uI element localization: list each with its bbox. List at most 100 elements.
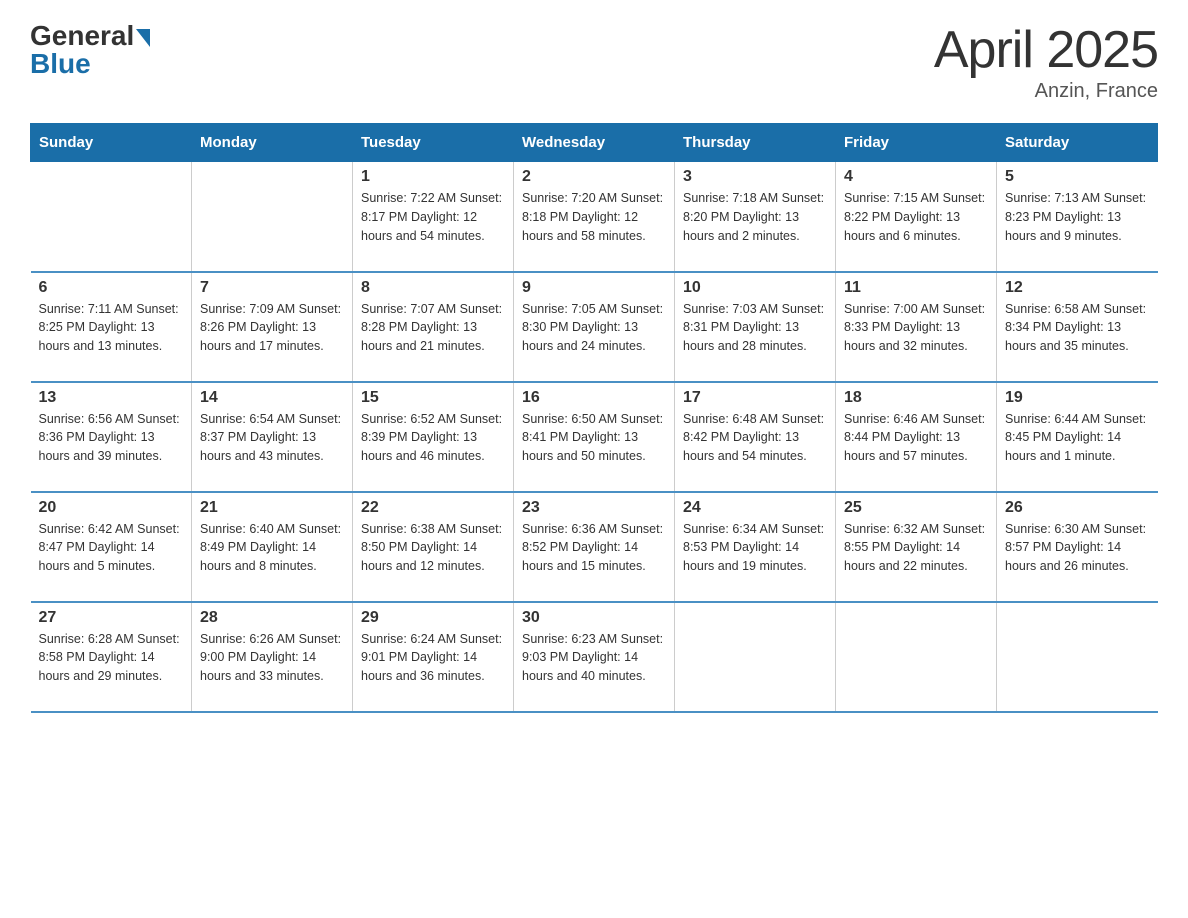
day-info: Sunrise: 7:03 AM Sunset: 8:31 PM Dayligh…: [683, 300, 827, 356]
calendar-cell: 17Sunrise: 6:48 AM Sunset: 8:42 PM Dayli…: [675, 382, 836, 492]
day-number: 26: [1005, 499, 1150, 517]
day-info: Sunrise: 7:11 AM Sunset: 8:25 PM Dayligh…: [39, 300, 184, 356]
calendar-cell: 20 Sunrise: 6:42 AM Sunset: 8:47 PM Dayli…: [31, 492, 192, 602]
day-number: 20: [39, 499, 184, 517]
day-info: Sunrise: 6:44 AM Sunset: 8:45 PM Dayligh…: [1005, 410, 1150, 466]
day-of-week-header: Saturday: [997, 124, 1158, 162]
day-info: Sunrise: 7:00 AM Sunset: 8:33 PM Dayligh…: [844, 300, 988, 356]
calendar-cell: 26 Sunrise: 6:30 AM Sunset: 8:57 PM Dayli…: [997, 492, 1158, 602]
calendar-cell: 29 Sunrise: 6:24 AM Sunset: 9:01 PM Dayli…: [353, 602, 514, 712]
logo: General Blue: [30, 20, 150, 80]
day-info: Sunrise: 7:15 AM Sunset: 8:22 PM Dayligh…: [844, 189, 988, 245]
day-info: Sunrise: 6:38 AM Sunset: 8:50 PM Dayligh…: [361, 520, 505, 576]
day-info: Sunrise: 6:50 AM Sunset: 8:41 PM Dayligh…: [522, 410, 666, 466]
calendar-cell: [836, 602, 997, 712]
day-number: 28: [200, 609, 344, 627]
day-info: Sunrise: 7:05 AM Sunset: 8:30 PM Dayligh…: [522, 300, 666, 356]
calendar-table: SundayMondayTuesdayWednesdayThursdayFrid…: [30, 123, 1158, 713]
title-section: April 2025 Anzin, France: [934, 20, 1158, 103]
calendar-week-row: 6Sunrise: 7:11 AM Sunset: 8:25 PM Daylig…: [31, 272, 1158, 382]
day-number: 12: [1005, 279, 1150, 297]
day-info: Sunrise: 6:56 AM Sunset: 8:36 PM Dayligh…: [39, 410, 184, 466]
calendar-cell: 3 Sunrise: 7:18 AM Sunset: 8:20 PM Daylig…: [675, 162, 836, 272]
logo-arrow-icon: [136, 29, 150, 47]
calendar-cell: 6Sunrise: 7:11 AM Sunset: 8:25 PM Daylig…: [31, 272, 192, 382]
day-info: Sunrise: 6:34 AM Sunset: 8:53 PM Dayligh…: [683, 520, 827, 576]
day-of-week-header: Sunday: [31, 124, 192, 162]
logo-blue-text: Blue: [30, 48, 91, 80]
calendar-cell: 14 Sunrise: 6:54 AM Sunset: 8:37 PM Dayli…: [192, 382, 353, 492]
day-info: Sunrise: 6:54 AM Sunset: 8:37 PM Dayligh…: [200, 410, 344, 466]
calendar-week-row: 20 Sunrise: 6:42 AM Sunset: 8:47 PM Dayli…: [31, 492, 1158, 602]
calendar-cell: 28 Sunrise: 6:26 AM Sunset: 9:00 PM Dayli…: [192, 602, 353, 712]
day-info: Sunrise: 6:52 AM Sunset: 8:39 PM Dayligh…: [361, 410, 505, 466]
calendar-cell: 1 Sunrise: 7:22 AM Sunset: 8:17 PM Daylig…: [353, 162, 514, 272]
day-info: Sunrise: 6:28 AM Sunset: 8:58 PM Dayligh…: [39, 630, 184, 686]
calendar-week-row: 1 Sunrise: 7:22 AM Sunset: 8:17 PM Daylig…: [31, 162, 1158, 272]
calendar-week-row: 13 Sunrise: 6:56 AM Sunset: 8:36 PM Dayli…: [31, 382, 1158, 492]
day-number: 5: [1005, 168, 1150, 186]
calendar-cell: [192, 162, 353, 272]
page-header: General Blue April 2025 Anzin, France: [30, 20, 1158, 103]
day-info: Sunrise: 6:30 AM Sunset: 8:57 PM Dayligh…: [1005, 520, 1150, 576]
calendar-cell: 27Sunrise: 6:28 AM Sunset: 8:58 PM Dayli…: [31, 602, 192, 712]
day-info: Sunrise: 7:18 AM Sunset: 8:20 PM Dayligh…: [683, 189, 827, 245]
day-of-week-header: Wednesday: [514, 124, 675, 162]
day-info: Sunrise: 6:26 AM Sunset: 9:00 PM Dayligh…: [200, 630, 344, 686]
calendar-cell: 12Sunrise: 6:58 AM Sunset: 8:34 PM Dayli…: [997, 272, 1158, 382]
calendar-cell: [31, 162, 192, 272]
calendar-cell: 25 Sunrise: 6:32 AM Sunset: 8:55 PM Dayli…: [836, 492, 997, 602]
location-subtitle: Anzin, France: [934, 80, 1158, 103]
day-number: 25: [844, 499, 988, 517]
day-number: 18: [844, 389, 988, 407]
day-of-week-header: Thursday: [675, 124, 836, 162]
day-number: 22: [361, 499, 505, 517]
calendar-cell: 8Sunrise: 7:07 AM Sunset: 8:28 PM Daylig…: [353, 272, 514, 382]
calendar-cell: 18 Sunrise: 6:46 AM Sunset: 8:44 PM Dayli…: [836, 382, 997, 492]
day-number: 1: [361, 168, 505, 186]
day-info: Sunrise: 7:20 AM Sunset: 8:18 PM Dayligh…: [522, 189, 666, 245]
day-info: Sunrise: 6:42 AM Sunset: 8:47 PM Dayligh…: [39, 520, 184, 576]
day-info: Sunrise: 7:22 AM Sunset: 8:17 PM Dayligh…: [361, 189, 505, 245]
day-info: Sunrise: 6:23 AM Sunset: 9:03 PM Dayligh…: [522, 630, 666, 686]
day-number: 9: [522, 279, 666, 297]
calendar-cell: [675, 602, 836, 712]
day-number: 16: [522, 389, 666, 407]
day-of-week-header: Tuesday: [353, 124, 514, 162]
day-info: Sunrise: 6:32 AM Sunset: 8:55 PM Dayligh…: [844, 520, 988, 576]
day-of-week-header: Monday: [192, 124, 353, 162]
day-info: Sunrise: 7:09 AM Sunset: 8:26 PM Dayligh…: [200, 300, 344, 356]
day-info: Sunrise: 7:07 AM Sunset: 8:28 PM Dayligh…: [361, 300, 505, 356]
calendar-cell: 5 Sunrise: 7:13 AM Sunset: 8:23 PM Daylig…: [997, 162, 1158, 272]
calendar-cell: 16 Sunrise: 6:50 AM Sunset: 8:41 PM Dayli…: [514, 382, 675, 492]
day-number: 17: [683, 389, 827, 407]
calendar-cell: 30 Sunrise: 6:23 AM Sunset: 9:03 PM Dayli…: [514, 602, 675, 712]
day-number: 30: [522, 609, 666, 627]
day-number: 3: [683, 168, 827, 186]
day-number: 13: [39, 389, 184, 407]
calendar-cell: 9 Sunrise: 7:05 AM Sunset: 8:30 PM Daylig…: [514, 272, 675, 382]
day-number: 2: [522, 168, 666, 186]
calendar-cell: 2 Sunrise: 7:20 AM Sunset: 8:18 PM Daylig…: [514, 162, 675, 272]
day-number: 19: [1005, 389, 1150, 407]
day-number: 21: [200, 499, 344, 517]
day-info: Sunrise: 6:40 AM Sunset: 8:49 PM Dayligh…: [200, 520, 344, 576]
calendar-week-row: 27Sunrise: 6:28 AM Sunset: 8:58 PM Dayli…: [31, 602, 1158, 712]
day-info: Sunrise: 6:24 AM Sunset: 9:01 PM Dayligh…: [361, 630, 505, 686]
day-number: 4: [844, 168, 988, 186]
calendar-cell: 23Sunrise: 6:36 AM Sunset: 8:52 PM Dayli…: [514, 492, 675, 602]
day-of-week-header: Friday: [836, 124, 997, 162]
day-number: 29: [361, 609, 505, 627]
calendar-cell: 21 Sunrise: 6:40 AM Sunset: 8:49 PM Dayli…: [192, 492, 353, 602]
day-number: 15: [361, 389, 505, 407]
day-number: 14: [200, 389, 344, 407]
day-number: 7: [200, 279, 344, 297]
calendar-cell: 4 Sunrise: 7:15 AM Sunset: 8:22 PM Daylig…: [836, 162, 997, 272]
day-number: 10: [683, 279, 827, 297]
calendar-cell: 15 Sunrise: 6:52 AM Sunset: 8:39 PM Dayli…: [353, 382, 514, 492]
calendar-cell: 13 Sunrise: 6:56 AM Sunset: 8:36 PM Dayli…: [31, 382, 192, 492]
calendar-cell: [997, 602, 1158, 712]
calendar-cell: 11Sunrise: 7:00 AM Sunset: 8:33 PM Dayli…: [836, 272, 997, 382]
day-info: Sunrise: 6:46 AM Sunset: 8:44 PM Dayligh…: [844, 410, 988, 466]
day-info: Sunrise: 7:13 AM Sunset: 8:23 PM Dayligh…: [1005, 189, 1150, 245]
